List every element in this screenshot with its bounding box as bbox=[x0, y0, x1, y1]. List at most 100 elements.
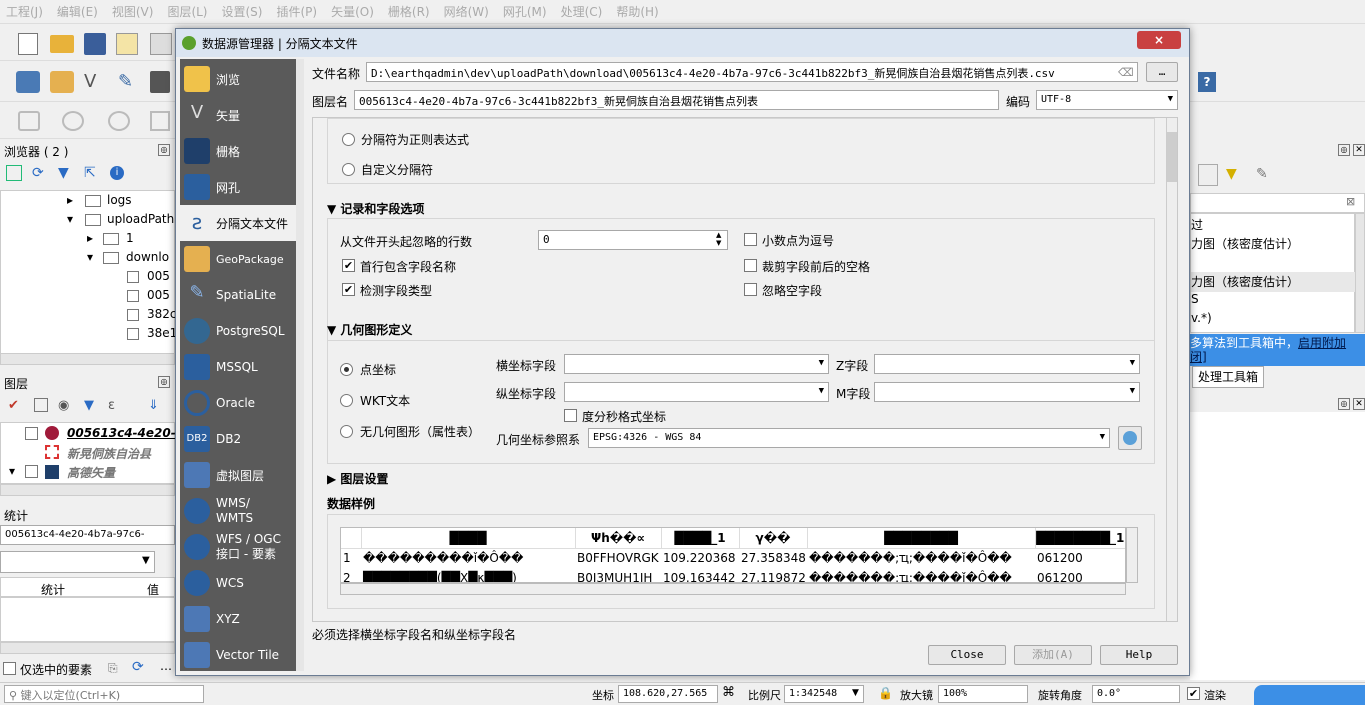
sidebar-item-wms[interactable]: WMS/ WMTS bbox=[180, 493, 296, 529]
float-panel-icon[interactable]: ◎ bbox=[158, 376, 170, 388]
wrench-icon[interactable]: ✎ bbox=[1256, 166, 1268, 182]
sidebar-item-wfs[interactable]: WFS / OGC 接口 - 要素 bbox=[180, 529, 296, 565]
layer-visibility-checkbox[interactable] bbox=[25, 427, 38, 440]
tab-processing-toolbox[interactable]: 处理工具箱 bbox=[1192, 366, 1264, 388]
close-window-button[interactable]: × bbox=[1137, 31, 1181, 49]
float-panel-icon[interactable]: ◎ bbox=[1338, 398, 1350, 410]
save-project-icon[interactable] bbox=[84, 33, 106, 55]
toolbox-item[interactable]: 过 bbox=[1191, 216, 1203, 233]
more-icon[interactable]: … bbox=[160, 659, 172, 673]
only-selected-checkbox[interactable] bbox=[3, 662, 16, 675]
tree-item-download[interactable]: downlo bbox=[126, 250, 169, 264]
custom-delimiter-radio[interactable] bbox=[342, 163, 355, 176]
dms-coordinates-checkbox[interactable] bbox=[564, 409, 577, 422]
crs-selector-button[interactable] bbox=[1118, 426, 1142, 450]
layer-name-input[interactable]: 005613c4-4e20-4b7a-97c6-3c441b822bf3_新晃侗… bbox=[354, 90, 999, 110]
tree-item-file[interactable]: 005 bbox=[147, 288, 170, 302]
browser-hscrollbar[interactable] bbox=[0, 353, 175, 365]
browse-button[interactable]: … bbox=[1146, 62, 1178, 82]
menu-mesh[interactable]: 网孔(M) bbox=[503, 3, 547, 20]
copy-icon[interactable]: ⎘ bbox=[108, 661, 118, 676]
sidebar-item-spatialite[interactable]: ✎ SpatiaLite bbox=[180, 277, 296, 313]
encoding-select[interactable]: UTF-8 ▼ bbox=[1036, 90, 1178, 110]
wkt-radio[interactable] bbox=[340, 394, 353, 407]
tree-expander-icon[interactable]: ▾ bbox=[87, 250, 93, 264]
menu-settings[interactable]: 设置(S) bbox=[222, 3, 263, 20]
select-feature-icon[interactable] bbox=[62, 111, 84, 131]
tree-expander-icon[interactable]: ▸ bbox=[87, 231, 93, 245]
expand-all-icon[interactable]: ⇓ bbox=[148, 398, 159, 413]
point-coordinates-radio[interactable] bbox=[340, 363, 353, 376]
chevron-down-icon[interactable]: ▼ bbox=[852, 688, 859, 698]
z-field-select[interactable]: ▼ bbox=[874, 354, 1140, 374]
sidebar-scrollbar[interactable] bbox=[296, 59, 304, 671]
lock-icon[interactable]: 🔒 bbox=[878, 686, 893, 700]
stats-hscrollbar[interactable] bbox=[0, 642, 175, 654]
tree-expander-icon[interactable]: ▸ bbox=[67, 193, 73, 207]
help-button[interactable]: Help bbox=[1100, 645, 1178, 665]
options-vscrollbar[interactable] bbox=[1166, 118, 1177, 621]
tip-enable-link[interactable]: 启用附加 bbox=[1298, 336, 1346, 350]
collapse-all-icon[interactable]: ⇱ bbox=[84, 165, 96, 181]
close-button[interactable]: Close bbox=[928, 645, 1006, 665]
layer-item-boundary[interactable]: 新晃侗族自治县 bbox=[67, 445, 151, 462]
regex-delimiter-radio[interactable] bbox=[342, 133, 355, 146]
new-shapefile-icon[interactable]: V bbox=[84, 71, 108, 93]
magnifier-spinbox[interactable]: 100% bbox=[938, 685, 1028, 703]
toolbox-item[interactable]: v.*) bbox=[1191, 311, 1212, 325]
layer-item-gaode[interactable]: 高德矢量 bbox=[67, 464, 115, 481]
table-hscrollbar[interactable] bbox=[340, 583, 1126, 595]
x-field-select[interactable]: ▼ bbox=[564, 354, 829, 374]
sidebar-item-raster[interactable]: 栅格 bbox=[180, 133, 296, 169]
layer-item-csv[interactable]: 005613c4-4e20- bbox=[67, 426, 176, 440]
geometry-section-header[interactable]: ▼ 几何图形定义 bbox=[327, 321, 412, 338]
tree-item-file[interactable]: 38e1 bbox=[147, 326, 177, 340]
sidebar-item-mssql[interactable]: MSSQL bbox=[180, 349, 296, 385]
float-panel-icon[interactable]: ◎ bbox=[1338, 144, 1350, 156]
detect-field-types-checkbox[interactable]: ✔ bbox=[342, 283, 355, 296]
notification-badge[interactable] bbox=[1254, 685, 1365, 705]
new-geopackage-icon[interactable] bbox=[50, 71, 74, 93]
sidebar-item-vector-tile[interactable]: Vector Tile bbox=[180, 637, 296, 671]
menu-vector[interactable]: 矢量(O) bbox=[331, 3, 374, 20]
help-icon[interactable]: ? bbox=[1198, 72, 1216, 92]
sidebar-item-virtual-layer[interactable]: 虚拟图层 bbox=[180, 457, 296, 493]
tree-item-1[interactable]: 1 bbox=[126, 231, 134, 245]
menu-view[interactable]: 视图(V) bbox=[112, 3, 154, 20]
menu-processing[interactable]: 处理(C) bbox=[561, 3, 603, 20]
menu-layer[interactable]: 图层(L) bbox=[167, 3, 207, 20]
table-row[interactable]: 1 ���������ǐ�Ô�� B0FFHOVRGK 109.220368 2… bbox=[341, 548, 1125, 568]
refresh-icon[interactable]: ⟳ bbox=[32, 165, 44, 181]
no-geometry-radio[interactable] bbox=[340, 425, 353, 438]
new-print-layout-icon[interactable] bbox=[116, 33, 138, 55]
open-project-icon[interactable] bbox=[50, 35, 74, 53]
tree-expander-icon[interactable]: ▾ bbox=[67, 212, 73, 226]
tree-item-uploadpath[interactable]: uploadPath bbox=[107, 212, 174, 226]
menu-web[interactable]: 网络(W) bbox=[444, 3, 489, 20]
tip-close-link[interactable]: 闭] bbox=[1190, 350, 1207, 364]
y-field-select[interactable]: ▼ bbox=[564, 382, 829, 402]
expression-filter-icon[interactable]: ε bbox=[108, 398, 115, 413]
first-record-header-checkbox[interactable]: ✔ bbox=[342, 259, 355, 272]
rotation-spinbox[interactable]: 0.0° bbox=[1092, 685, 1180, 703]
measure-icon[interactable] bbox=[150, 111, 170, 131]
layer-settings-header[interactable]: ▶ 图层设置 bbox=[327, 470, 388, 487]
decimal-comma-checkbox[interactable] bbox=[744, 233, 757, 246]
filter-icon[interactable]: ▼ bbox=[58, 165, 69, 181]
menu-plugins[interactable]: 插件(P) bbox=[276, 3, 317, 20]
toggle-extents-icon[interactable]: ⌘ bbox=[722, 685, 735, 700]
menu-edit[interactable]: 编辑(E) bbox=[57, 3, 98, 20]
stats-field-combo[interactable] bbox=[0, 551, 155, 573]
identify-icon[interactable] bbox=[108, 111, 130, 131]
menu-help[interactable]: 帮助(H) bbox=[616, 3, 658, 20]
tree-expander-icon[interactable]: ▾ bbox=[9, 464, 15, 478]
tree-item-logs[interactable]: logs bbox=[107, 193, 132, 207]
toolbox-item[interactable]: 力图（核密度估计） bbox=[1191, 235, 1299, 252]
filter-legend-icon[interactable]: ▼ bbox=[84, 398, 94, 413]
close-panel-icon[interactable]: ✕ bbox=[1353, 144, 1365, 156]
menu-raster[interactable]: 栅格(R) bbox=[388, 3, 430, 20]
style-icon[interactable]: ✔ bbox=[8, 398, 19, 413]
new-temp-layer-icon[interactable] bbox=[150, 71, 170, 93]
sidebar-item-postgresql[interactable]: PostgreSQL bbox=[180, 313, 296, 349]
clear-search-icon[interactable]: ⊠ bbox=[1346, 195, 1355, 208]
